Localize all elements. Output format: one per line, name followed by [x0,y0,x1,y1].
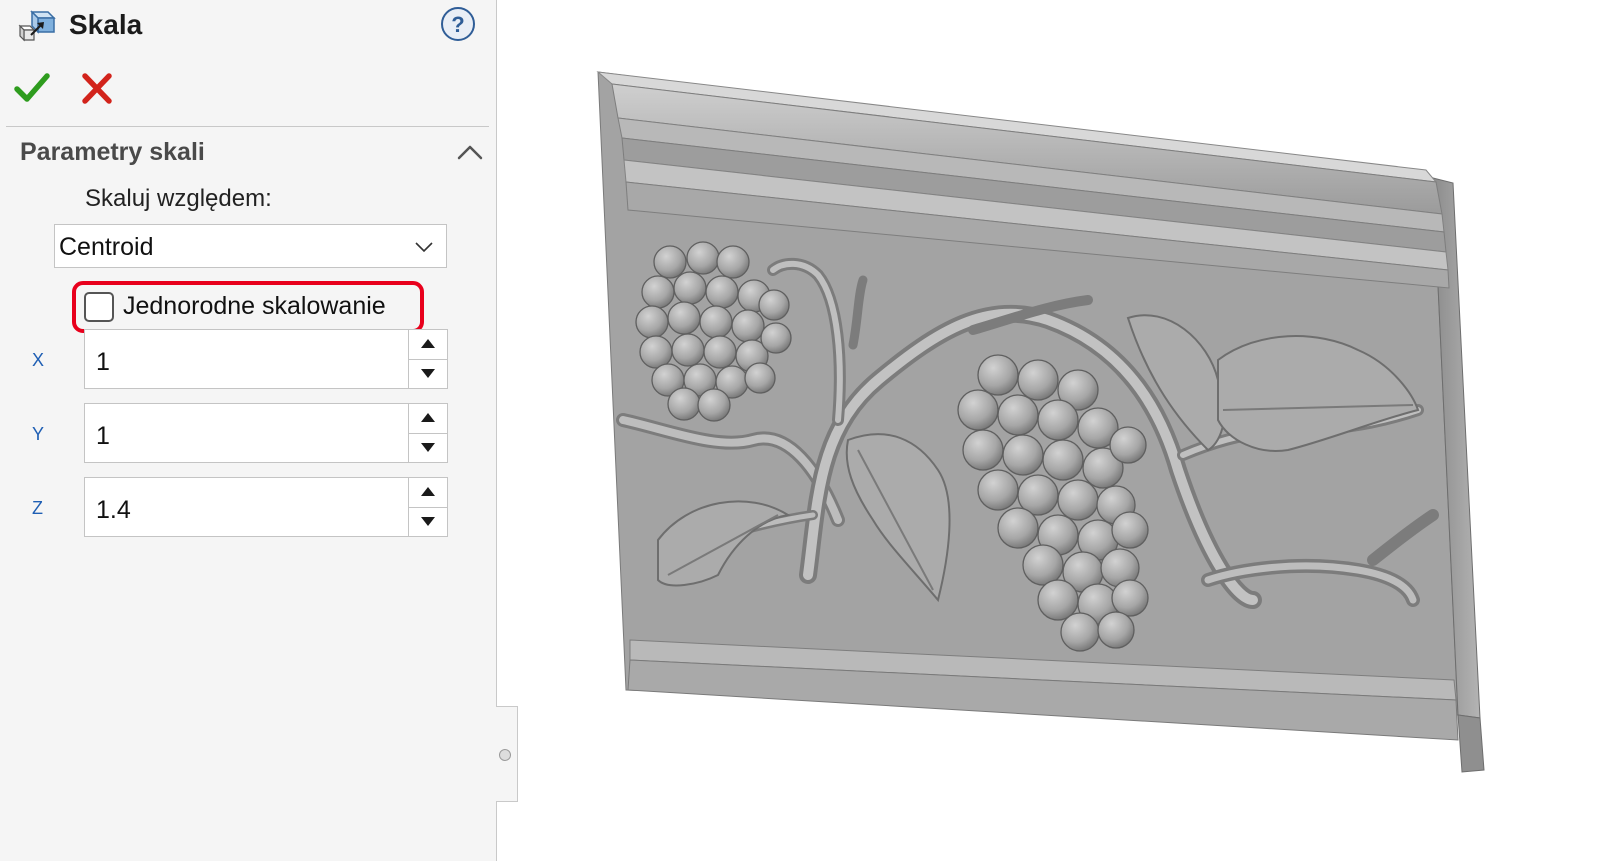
x-spin-buttons [408,329,448,389]
page-title: Skala [69,9,143,40]
x-axis-label: X [32,350,45,370]
cancel-button[interactable] [80,70,114,106]
z-increment-button[interactable] [409,478,447,508]
chevron-down-icon [414,237,434,257]
checkmark-icon [14,73,50,102]
handle-dot [499,749,511,761]
scale-about-dropdown[interactable]: Centroid [54,224,447,268]
y-axis-label: Y [32,424,45,444]
carved-panel-model[interactable] [518,0,1621,861]
dropdown-value: Centroid [59,233,154,261]
y-scale-field [84,403,448,463]
group-title: Parametry skali [20,138,205,166]
y-increment-button[interactable] [409,404,447,434]
chevron-up-icon[interactable] [457,140,483,166]
uniform-scaling-checkbox[interactable] [84,292,114,322]
x-increment-button[interactable] [409,330,447,360]
y-decrement-button[interactable] [409,433,447,462]
close-icon [82,73,112,104]
group-header[interactable]: Parametry skali [0,138,496,174]
x-scale-field [84,329,448,389]
z-scale-field [84,477,448,537]
svg-text:?: ? [451,12,464,37]
title-row: Skala ? [0,0,496,52]
x-decrement-button[interactable] [409,359,447,388]
scale-feature-icon [18,8,56,44]
help-icon[interactable]: ? [440,6,476,42]
ok-button[interactable] [14,70,50,106]
z-decrement-button[interactable] [409,507,447,536]
y-scale-input[interactable] [84,403,408,463]
x-scale-input[interactable] [84,329,408,389]
y-spin-buttons [408,403,448,463]
property-manager-panel: Skala ? Parametry skali Skaluj względem:… [0,0,497,861]
z-axis-label: Z [32,498,43,518]
uniform-scaling-label[interactable]: Jednorodne skalowanie [123,292,386,321]
scale-about-label: Skaluj względem: [85,185,272,212]
panel-collapse-handle[interactable] [496,706,518,802]
action-row [0,66,300,110]
z-spin-buttons [408,477,448,537]
divider [6,126,489,127]
graphics-viewport[interactable] [518,0,1621,861]
z-scale-input[interactable] [84,477,408,537]
